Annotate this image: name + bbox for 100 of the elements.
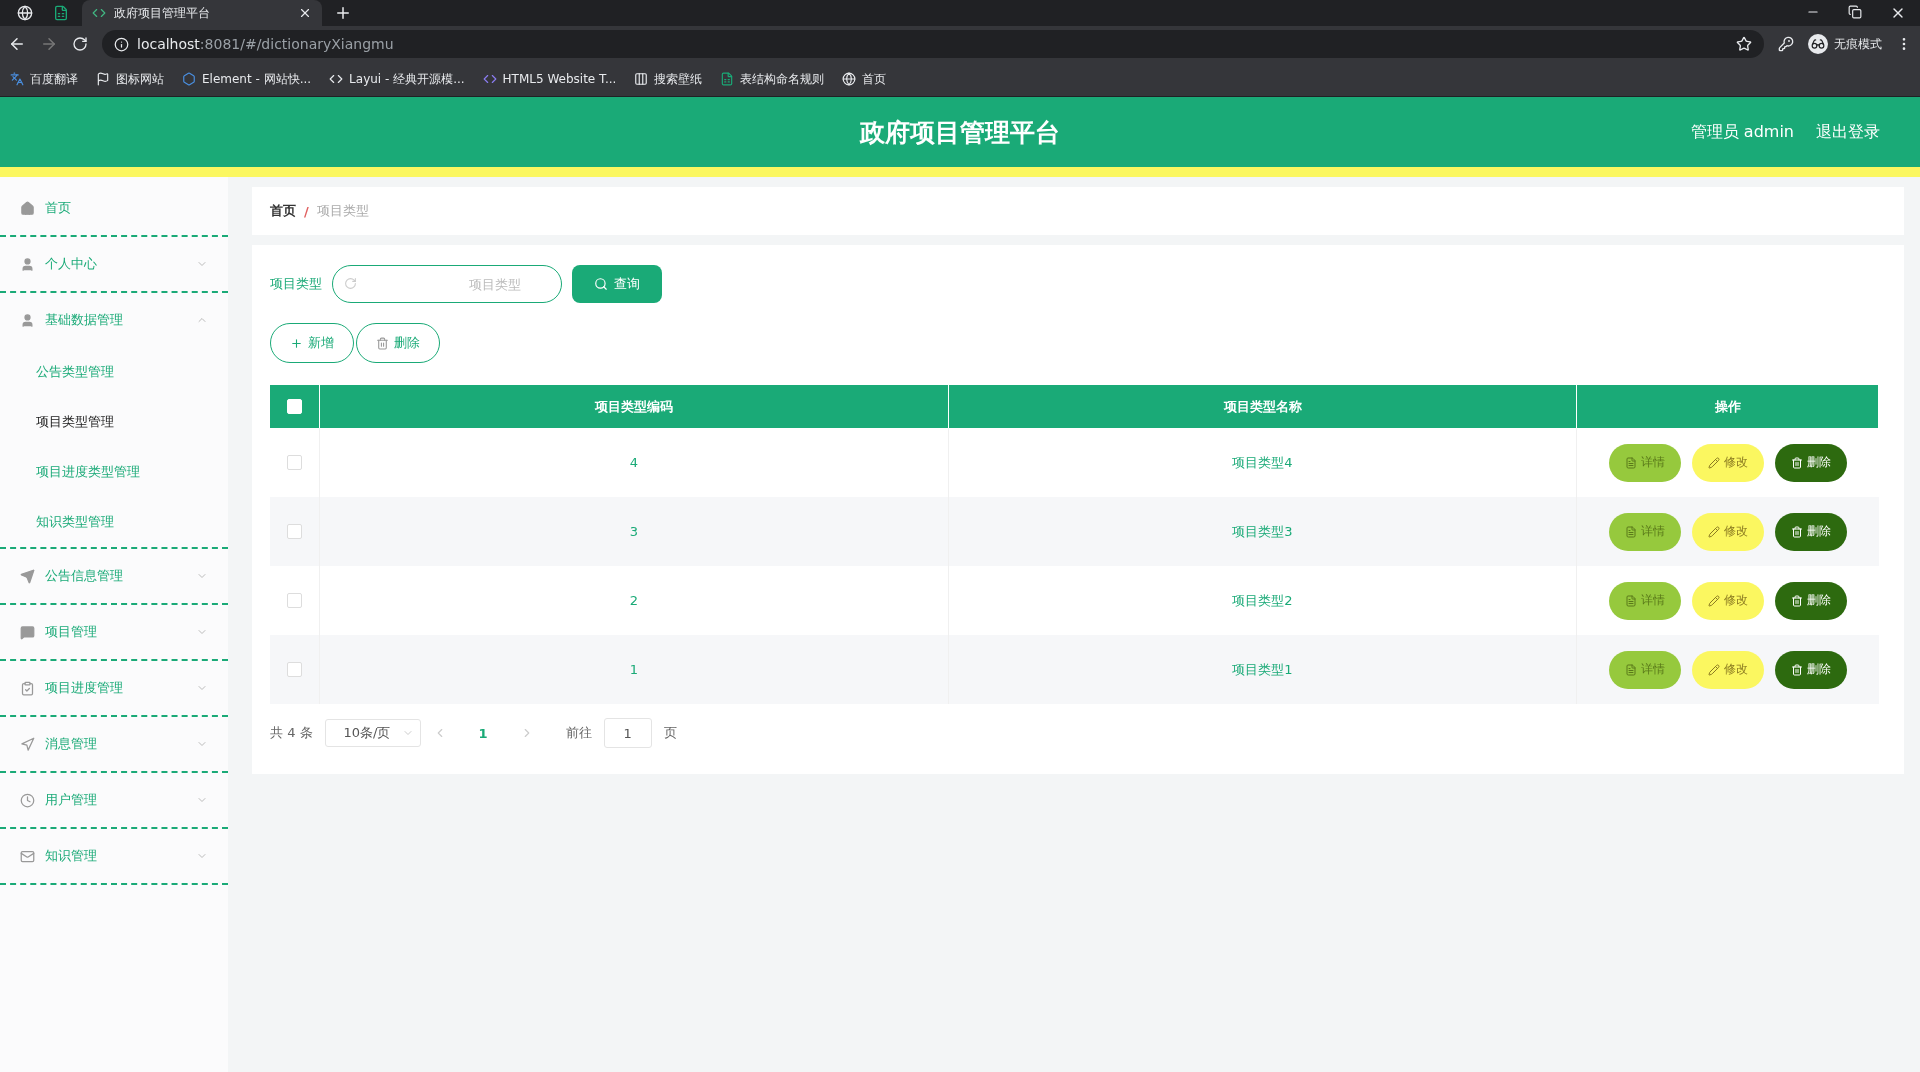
reload-icon[interactable] xyxy=(72,36,88,52)
add-button[interactable]: 新增 xyxy=(270,323,354,363)
menu-item[interactable]: 首页 xyxy=(0,181,228,235)
columns-icon xyxy=(634,72,649,86)
chat-icon xyxy=(20,624,35,640)
page-input[interactable]: 1 xyxy=(603,718,652,748)
submenu-item[interactable]: 知识类型管理 xyxy=(0,497,228,547)
bookmark[interactable]: 首页 xyxy=(842,70,887,88)
row-checkbox[interactable] xyxy=(287,524,302,539)
delete-button[interactable]: 删除 xyxy=(1775,443,1847,482)
row-checkbox[interactable] xyxy=(287,455,302,470)
code-icon xyxy=(329,72,344,86)
goto-label: 前往 xyxy=(565,724,592,742)
menu-item[interactable]: 公告信息管理 xyxy=(0,549,228,603)
menu-label: 个人中心 xyxy=(45,255,98,273)
globe-icon[interactable] xyxy=(17,5,33,21)
menu-item[interactable]: 项目进度管理 xyxy=(0,661,228,715)
bookmark[interactable]: 搜索壁纸 xyxy=(634,70,703,88)
menu-item[interactable]: 知识管理 xyxy=(0,829,228,883)
pencil-icon xyxy=(1708,663,1720,676)
globe-icon xyxy=(842,72,857,86)
edit-button[interactable]: 修改 xyxy=(1692,650,1764,689)
pencil-icon xyxy=(1708,594,1720,607)
logout-link[interactable]: 退出登录 xyxy=(1816,121,1880,143)
page-size-select[interactable]: 10条/页 xyxy=(324,719,421,747)
breadcrumb-current: 项目类型 xyxy=(316,202,369,220)
bookmark[interactable]: 表结构命名规则 xyxy=(720,70,825,88)
forward-icon[interactable] xyxy=(40,35,58,53)
submenu-item[interactable]: 项目类型管理 xyxy=(0,397,228,447)
table-cell: 项目类型3 xyxy=(949,497,1577,566)
field-label: 项目类型 xyxy=(270,275,322,293)
edit-button[interactable]: 修改 xyxy=(1692,581,1764,620)
home-icon xyxy=(20,200,35,216)
search-button[interactable]: 查询 xyxy=(572,265,662,303)
user-label: 管理员 admin xyxy=(1690,121,1794,143)
submenu-item[interactable]: 项目进度类型管理 xyxy=(0,447,228,497)
bookmark[interactable]: 图标网站 xyxy=(96,70,164,88)
menu-item[interactable]: 项目管理 xyxy=(0,605,228,659)
address-bar[interactable]: localhost:8081/#/dictionaryXiangmu xyxy=(102,30,1764,58)
detail-button[interactable]: 详情 xyxy=(1609,650,1681,689)
menu-label: 消息管理 xyxy=(45,735,98,753)
menu-label: 基础数据管理 xyxy=(45,311,124,329)
flag-icon xyxy=(96,72,110,86)
document-icon xyxy=(1625,663,1637,676)
bookmark[interactable]: 百度翻译 xyxy=(10,70,78,88)
edit-button[interactable]: 修改 xyxy=(1692,443,1764,482)
menu-item[interactable]: 个人中心 xyxy=(0,237,228,291)
table-cell: 项目类型1 xyxy=(949,635,1577,704)
browser-tab[interactable]: 政府项目管理平台 xyxy=(82,0,322,26)
edit-button[interactable]: 修改 xyxy=(1692,512,1764,551)
bookmark[interactable]: Element - 网站快... xyxy=(182,70,312,88)
menu-label: 公告信息管理 xyxy=(45,567,124,585)
delete-button[interactable]: 删除 xyxy=(1775,581,1847,620)
detail-button[interactable]: 详情 xyxy=(1609,512,1681,551)
key-icon[interactable] xyxy=(1778,36,1794,52)
clipboard-icon xyxy=(20,680,35,696)
breadcrumb-link[interactable]: 首页 xyxy=(270,202,296,220)
row-checkbox[interactable] xyxy=(287,593,302,608)
back-icon[interactable] xyxy=(8,35,26,53)
menu-label: 项目进度管理 xyxy=(45,679,124,697)
table-cell: 1 xyxy=(320,635,949,704)
menu-label: 首页 xyxy=(45,199,72,217)
user-icon xyxy=(20,256,35,272)
menu-item[interactable]: 基础数据管理 xyxy=(0,293,228,347)
incognito-icon xyxy=(1808,34,1828,54)
url-text: localhost:8081/#/dictionaryXiangmu xyxy=(137,36,394,52)
delete-button[interactable]: 删除 xyxy=(1775,650,1847,689)
user-icon xyxy=(20,312,35,328)
search-field[interactable]: 项目类型 xyxy=(332,265,562,303)
close-icon[interactable] xyxy=(298,6,312,20)
total-count: 共 4 条 xyxy=(270,724,313,742)
submenu-item[interactable]: 公告类型管理 xyxy=(0,347,228,397)
document-icon xyxy=(1625,525,1637,538)
trash-icon xyxy=(1791,456,1803,469)
restore-icon[interactable] xyxy=(1848,5,1862,19)
menu-item[interactable]: 用户管理 xyxy=(0,773,228,827)
star-icon[interactable] xyxy=(1736,36,1752,52)
spreadsheet-icon[interactable] xyxy=(53,5,69,21)
plus-icon xyxy=(290,336,303,350)
tab-logo-icon xyxy=(92,6,106,20)
row-checkbox[interactable] xyxy=(287,662,302,677)
delete-button[interactable]: 删除 xyxy=(1775,512,1847,551)
clock-icon xyxy=(20,792,35,808)
bookmark[interactable]: Layui - 经典开源模... xyxy=(329,70,465,88)
document-icon xyxy=(1625,456,1637,469)
app-title: 政府项目管理平台 xyxy=(860,116,1060,149)
pencil-icon xyxy=(1708,456,1720,469)
detail-button[interactable]: 详情 xyxy=(1609,443,1681,482)
select-all-checkbox[interactable] xyxy=(287,399,302,414)
delete-button[interactable]: 删除 xyxy=(356,323,440,363)
pencil-icon xyxy=(1708,525,1720,538)
tab-title: 政府项目管理平台 xyxy=(114,4,211,22)
menu-item[interactable]: 消息管理 xyxy=(0,717,228,771)
detail-button[interactable]: 详情 xyxy=(1609,581,1681,620)
mail-icon xyxy=(20,848,35,864)
page-number[interactable]: 1 xyxy=(458,725,508,741)
bookmark[interactable]: HTML5 Website T... xyxy=(482,72,617,86)
trash-icon xyxy=(376,336,389,350)
navigation-icon xyxy=(20,736,35,752)
new-tab-icon[interactable] xyxy=(334,4,352,22)
